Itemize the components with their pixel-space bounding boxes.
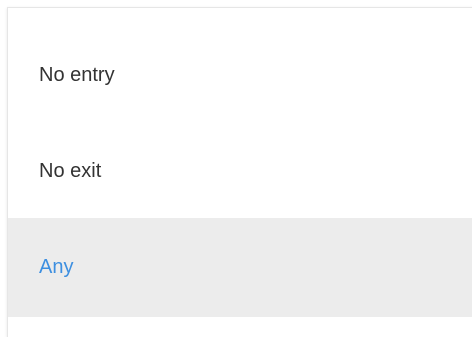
menu-item-no-entry[interactable]: No entry xyxy=(8,26,472,124)
menu-item-any[interactable]: Any xyxy=(8,218,472,317)
menu-item-label: Any xyxy=(39,256,74,278)
menu-item-label: No entry xyxy=(39,63,115,86)
menu-item-label: No exit xyxy=(39,159,102,182)
dropdown-menu: No entry No exit Any xyxy=(7,7,472,337)
menu-item-no-exit[interactable]: No exit xyxy=(8,124,472,218)
